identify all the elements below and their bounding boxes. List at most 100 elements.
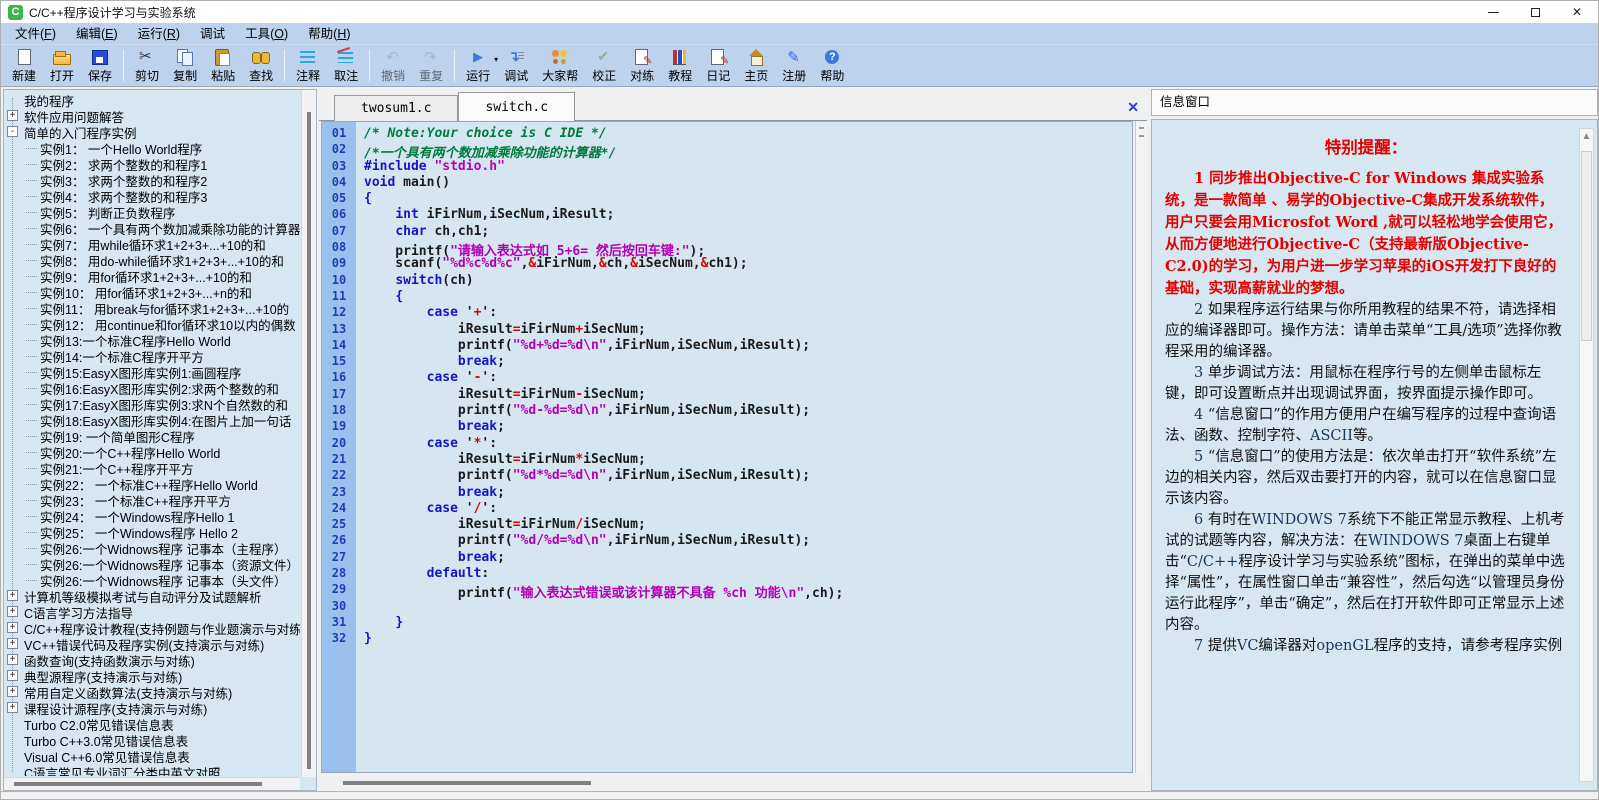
line-number[interactable]: 28 (322, 566, 356, 582)
line-number[interactable]: 13 (322, 322, 356, 338)
line-number[interactable]: 14 (322, 338, 356, 354)
find-binoculars-button[interactable]: 查找 (242, 46, 280, 86)
line-number[interactable]: 15 (322, 354, 356, 370)
tree-horizontal-scrollbar[interactable] (4, 777, 300, 790)
code-text[interactable]: iResult=iFirNum-iSecNum; (356, 387, 646, 403)
code-text[interactable]: break; (356, 419, 505, 435)
code-text[interactable]: break; (356, 550, 505, 566)
tab-twosum1.c[interactable]: twosum1.c (334, 95, 459, 121)
tree-vertical-scrollbar[interactable] (301, 90, 316, 777)
line-number[interactable]: 12 (322, 305, 356, 321)
menu-tools[interactable]: 工具(O) (235, 23, 298, 45)
code-text[interactable]: printf("请输入表达式如 5+6= 然后按回车键:"); (356, 240, 705, 259)
code-text[interactable]: break; (356, 354, 505, 370)
code-text[interactable]: { (356, 289, 403, 305)
run-play-button[interactable]: 运行▾ (459, 46, 498, 86)
diary-note-button[interactable]: 日记 (699, 46, 737, 86)
code-text[interactable]: printf("%d+%d=%d\n",iFirNum,iSecNum,iRes… (356, 338, 810, 354)
tutorial-books-button[interactable]: 教程 (661, 46, 699, 86)
code-text[interactable]: /* Note:Your choice is C IDE */ (356, 126, 607, 142)
code-text[interactable]: iResult=iFirNum*iSecNum; (356, 452, 646, 468)
expand-icon[interactable]: + (7, 606, 18, 617)
check-mark-button[interactable]: 校正 (585, 46, 623, 86)
code-text[interactable]: printf("输入表达式错误或该计算器不具备 %ch 功能\n",ch); (356, 582, 843, 601)
comment-lines-button[interactable]: 注释 (289, 46, 327, 86)
editor-horizontal-scrollbar[interactable] (321, 776, 1133, 791)
code-text[interactable]: { (356, 191, 372, 207)
code-text[interactable]: iResult=iFirNum+iSecNum; (356, 322, 646, 338)
menu-run[interactable]: 运行(R) (128, 23, 190, 45)
expand-icon[interactable]: + (7, 686, 18, 697)
open-folder-button[interactable]: 打开 (43, 46, 81, 86)
menu-edit[interactable]: 编辑(E) (66, 23, 128, 45)
minimize-button[interactable] (1472, 1, 1514, 23)
code-text[interactable]: iResult=iFirNum/iSecNum; (356, 517, 646, 533)
code-editor[interactable]: 01/* Note:Your choice is C IDE */02/*一个具… (321, 121, 1133, 773)
line-number[interactable]: 08 (322, 240, 356, 256)
tab-switch.c[interactable]: switch.c (458, 92, 576, 121)
line-number[interactable]: 32 (322, 631, 356, 647)
debug-step-button[interactable]: 调试 (497, 46, 535, 86)
line-number[interactable]: 21 (322, 452, 356, 468)
save-disk-button[interactable]: 保存 (81, 46, 119, 86)
menu-debug[interactable]: 调试 (190, 23, 235, 45)
editor-vertical-scrollbar[interactable] (1135, 121, 1147, 773)
line-number[interactable]: 25 (322, 517, 356, 533)
line-number[interactable]: 26 (322, 533, 356, 549)
line-number[interactable]: 04 (322, 175, 356, 191)
line-number[interactable]: 30 (322, 599, 356, 615)
line-number[interactable]: 31 (322, 615, 356, 631)
code-text[interactable]: #include "stdio.h" (356, 159, 505, 175)
line-number[interactable]: 02 (322, 142, 356, 158)
code-text[interactable]: case '*': (356, 436, 497, 452)
paste-clipboard-button[interactable]: 粘贴 (204, 46, 242, 86)
help-question-button[interactable]: 帮助 (813, 46, 851, 86)
code-text[interactable]: case '+': (356, 305, 497, 321)
expand-icon[interactable]: + (7, 638, 18, 649)
expand-icon[interactable]: + (7, 654, 18, 665)
line-number[interactable]: 11 (322, 289, 356, 305)
menu-file[interactable]: 文件(F) (5, 23, 66, 45)
code-text[interactable]: void main() (356, 175, 450, 191)
code-text[interactable]: printf("%d/%d=%d\n",iFirNum,iSecNum,iRes… (356, 533, 810, 549)
line-number[interactable]: 19 (322, 419, 356, 435)
line-number[interactable]: 27 (322, 550, 356, 566)
line-number[interactable]: 22 (322, 468, 356, 484)
practice-edit-button[interactable]: 对练 (623, 46, 661, 86)
expand-icon[interactable]: + (7, 590, 18, 601)
register-pen-button[interactable]: 注册 (775, 46, 813, 86)
tree-item[interactable]: C语言常见专业词汇分类中英文对照 (4, 764, 300, 777)
copy-pages-button[interactable]: 复制 (166, 46, 204, 86)
collapse-icon[interactable]: - (7, 126, 18, 137)
code-text[interactable]: break; (356, 485, 505, 501)
expand-icon[interactable]: + (7, 670, 18, 681)
scroll-up-icon[interactable]: ▲ (1580, 131, 1593, 142)
editor-hscroll-thumb[interactable] (343, 781, 591, 785)
line-number[interactable]: 09 (322, 256, 356, 272)
line-number[interactable]: 29 (322, 582, 356, 598)
line-number[interactable]: 23 (322, 485, 356, 501)
code-text[interactable]: int iFirNum,iSecNum,iResult; (356, 207, 614, 223)
maximize-button[interactable] (1514, 1, 1556, 23)
line-number[interactable]: 07 (322, 224, 356, 240)
close-tab-icon[interactable]: ✕ (1127, 99, 1139, 116)
code-text[interactable]: printf("%d-%d=%d\n",iFirNum,iSecNum,iRes… (356, 403, 810, 419)
info-vscroll-thumb[interactable] (1581, 151, 1592, 341)
code-text[interactable]: } (356, 615, 403, 631)
code-text[interactable]: /*一个具有两个数加减乘除功能的计算器*/ (356, 142, 616, 161)
home-house-button[interactable]: 主页 (737, 46, 775, 86)
line-number[interactable]: 03 (322, 159, 356, 175)
code-text[interactable]: case '-': (356, 370, 497, 386)
code-text[interactable]: case '/': (356, 501, 497, 517)
line-number[interactable]: 17 (322, 387, 356, 403)
line-number[interactable]: 20 (322, 436, 356, 452)
uncomment-lines-button[interactable]: 取注 (327, 46, 365, 86)
code-text[interactable]: printf("%d*%d=%d\n",iFirNum,iSecNum,iRes… (356, 468, 810, 484)
line-number[interactable]: 10 (322, 273, 356, 289)
line-number[interactable]: 24 (322, 501, 356, 517)
expand-icon[interactable]: + (7, 110, 18, 121)
people-help-button[interactable]: 大家帮 (535, 46, 585, 86)
expand-icon[interactable]: + (7, 702, 18, 713)
line-number[interactable]: 05 (322, 191, 356, 207)
menu-help[interactable]: 帮助(H) (298, 23, 360, 45)
